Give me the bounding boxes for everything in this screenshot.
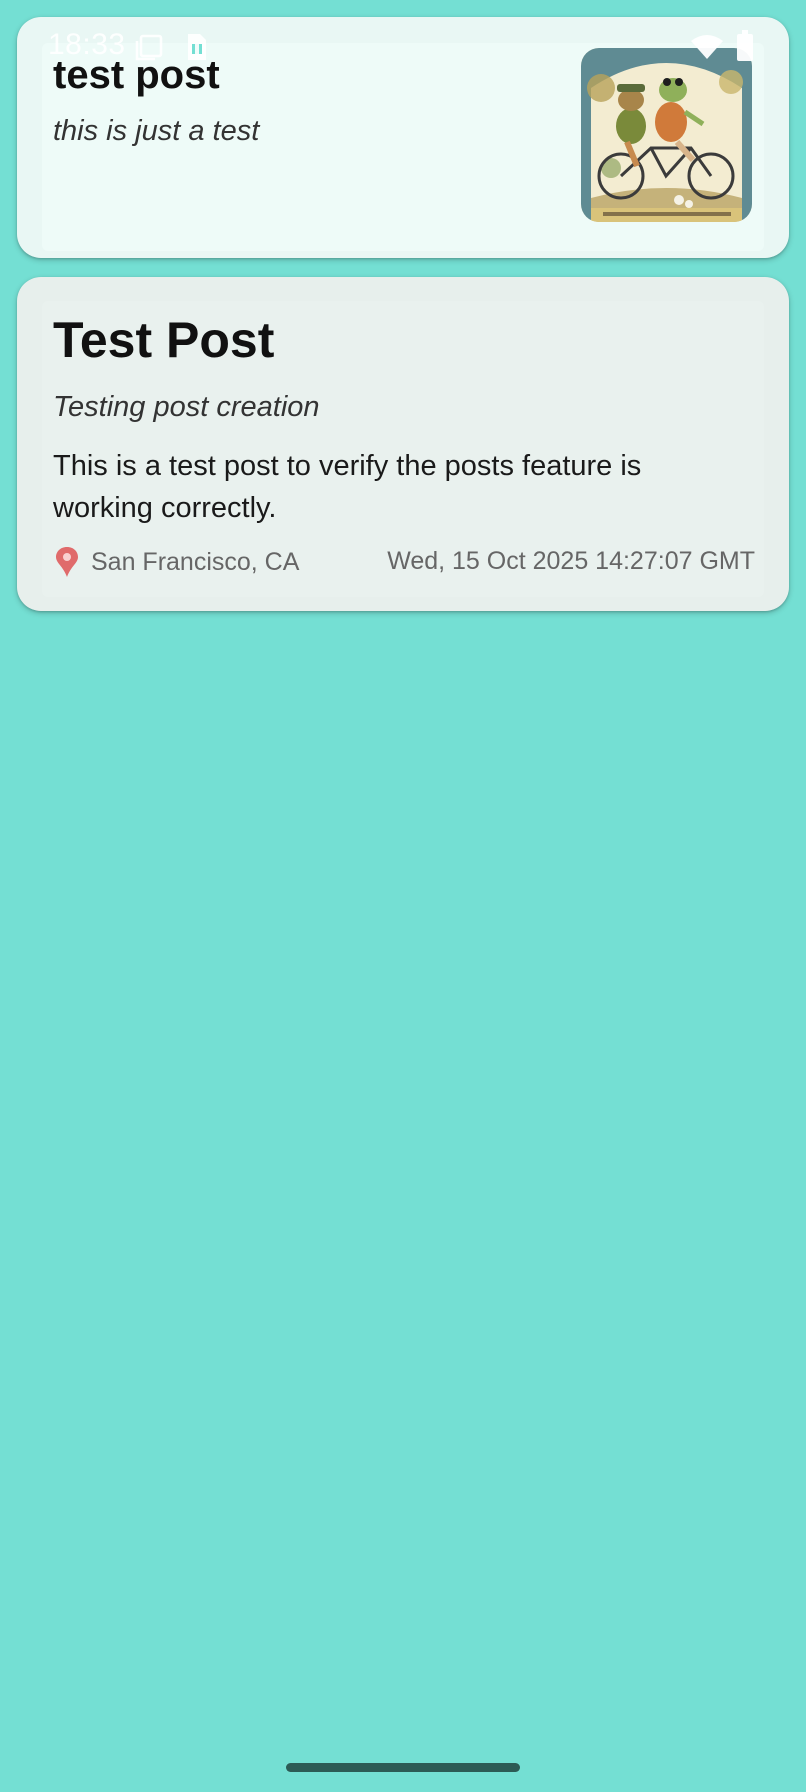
post-card[interactable]: Test Post Testing post creation This is … [17, 277, 789, 611]
post-body: This is a test post to verify the posts … [53, 450, 642, 524]
post-title: Test Post [53, 312, 275, 368]
post-image[interactable] [581, 48, 752, 222]
post-location: San Francisco, CA [53, 545, 299, 579]
frog-and-toad-illustration [581, 48, 752, 222]
post-card[interactable]: test post this is just a test [17, 17, 789, 258]
post-subtitle: this is just a test [53, 115, 260, 147]
post-location-text: San Francisco, CA [91, 547, 300, 576]
home-indicator[interactable] [286, 1763, 520, 1772]
location-pin-icon [53, 545, 81, 579]
post-subtitle: Testing post creation [53, 391, 320, 423]
post-title: test post [53, 53, 220, 97]
post-timestamp: Wed, 15 Oct 2025 14:27:07 GMT [387, 547, 755, 575]
